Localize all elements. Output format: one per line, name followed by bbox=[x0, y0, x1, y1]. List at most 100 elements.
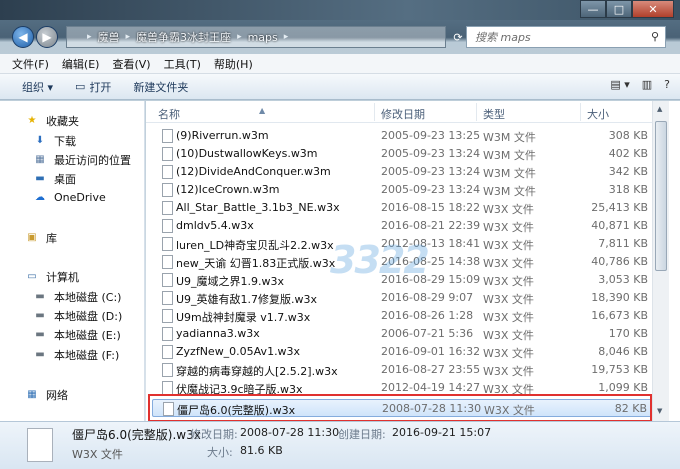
drive-icon: ▬ bbox=[35, 329, 45, 340]
file-row[interactable]: U9_英雄有敌1.7修复版.w3x 2016-08-29 9:07 W3X 文件 18… bbox=[152, 289, 662, 307]
breadcrumb-item[interactable]: 魔兽争霸3冰封王座 bbox=[136, 29, 231, 45]
file-row[interactable]: (12)IceCrown.w3m 2005-09-23 13:24 W3M 文件 31… bbox=[152, 181, 662, 199]
sidebar-item-drive-f[interactable]: ▬ 本地磁盘 (F:) bbox=[32, 347, 119, 363]
file-name: (12)IceCrown.w3m bbox=[176, 183, 280, 196]
search-icon[interactable]: ⚲ bbox=[651, 30, 659, 43]
vertical-scrollbar[interactable]: ▲ ▼ bbox=[652, 101, 669, 421]
chevron-right-icon[interactable]: ▸ bbox=[126, 32, 131, 42]
file-date: 2016-08-27 23:55 bbox=[381, 363, 481, 376]
file-type: W3X 文件 bbox=[483, 275, 534, 288]
file-size: 170 KB bbox=[608, 327, 648, 340]
new-folder-button[interactable]: 新建文件夹 bbox=[133, 79, 188, 95]
details-created-label: 创建日期: bbox=[338, 428, 386, 441]
file-row[interactable]: new_天谕 幻晋1.83正式版.w3x 2016-08-25 14:38 W3X … bbox=[152, 253, 662, 271]
file-name: U9_魔域之界1.9.w3x bbox=[176, 275, 285, 288]
sidebar-item-recent[interactable]: ▦ 最近访问的位置 bbox=[32, 152, 131, 168]
menu-tools[interactable]: 工具(T) bbox=[164, 56, 201, 72]
scroll-down-icon[interactable]: ▼ bbox=[657, 407, 662, 415]
minimize-button[interactable]: — bbox=[580, 0, 606, 18]
column-date[interactable]: 修改日期 bbox=[381, 106, 425, 122]
window-controls: — □ ✕ bbox=[580, 0, 674, 18]
command-bar: 组织 ▾ ▭ 打开 新建文件夹 ▤ ▾ ▥ ? bbox=[0, 74, 680, 100]
file-row[interactable]: yadianna3.w3x 2006-07-21 5:36 W3X 文件 170 KB bbox=[152, 325, 662, 343]
address-row: ◀ ▶ ▸ 魔兽 ▸ 魔兽争霸3冰封王座 ▸ maps ▸ ⟳ 搜索 maps … bbox=[0, 22, 680, 52]
sidebar-item-computer[interactable]: ▭ 计算机 bbox=[24, 269, 79, 285]
menu-view[interactable]: 查看(V) bbox=[112, 56, 150, 72]
forward-button[interactable]: ▶ bbox=[36, 26, 58, 48]
refresh-icon[interactable]: ⟳ bbox=[448, 26, 468, 48]
sidebar-item-drive-c[interactable]: ▬ 本地磁盘 (C:) bbox=[32, 289, 121, 305]
star-icon: ★ bbox=[27, 115, 37, 126]
file-icon bbox=[162, 309, 173, 323]
file-row[interactable]: (10)DustwallowKeys.w3m 2005-09-23 13:24 W3… bbox=[152, 145, 662, 163]
selection-highlight-box bbox=[148, 394, 652, 422]
file-type: W3X 文件 bbox=[483, 293, 534, 306]
sidebar-item-libraries[interactable]: ▣ 库 bbox=[24, 230, 57, 246]
help-icon[interactable]: ? bbox=[664, 78, 670, 91]
chevron-right-icon[interactable]: ▸ bbox=[237, 32, 242, 42]
sidebar-item-desktop[interactable]: ▬ 桌面 bbox=[32, 171, 76, 187]
search-input[interactable]: 搜索 maps ⚲ bbox=[466, 26, 666, 48]
menu-edit[interactable]: 编辑(E) bbox=[62, 56, 100, 72]
file-row[interactable]: (12)DivideAndConquer.w3m 2005-09-23 13:24… bbox=[152, 163, 662, 181]
network-icon: ▦ bbox=[27, 389, 37, 400]
library-icon: ▣ bbox=[27, 232, 37, 243]
menu-help[interactable]: 帮助(H) bbox=[214, 56, 253, 72]
open-button[interactable]: ▭ 打开 bbox=[75, 79, 111, 95]
sidebar-item-drive-d[interactable]: ▬ 本地磁盘 (D:) bbox=[32, 308, 122, 324]
column-size[interactable]: 大小 bbox=[587, 106, 609, 122]
column-type[interactable]: 类型 bbox=[483, 106, 505, 122]
menu-bar: 文件(F) 编辑(E) 查看(V) 工具(T) 帮助(H) bbox=[0, 54, 680, 74]
chevron-right-icon[interactable]: ▸ bbox=[284, 32, 289, 42]
column-divider[interactable] bbox=[374, 103, 375, 121]
file-row[interactable]: luren_LD神奇宝贝乱斗2.2.w3x 2012-08-13 18:41 W3X… bbox=[152, 235, 662, 253]
menu-file[interactable]: 文件(F) bbox=[12, 56, 49, 72]
file-name: (12)DivideAndConquer.w3m bbox=[176, 165, 331, 178]
file-name: ZyzfNew_0.05Av1.w3x bbox=[176, 345, 301, 358]
file-type: W3M 文件 bbox=[483, 185, 536, 198]
file-type: W3M 文件 bbox=[483, 167, 536, 180]
recent-places-icon: ▦ bbox=[35, 154, 45, 165]
breadcrumb-item[interactable]: 魔兽 bbox=[98, 29, 120, 45]
column-divider[interactable] bbox=[580, 103, 581, 121]
scroll-up-icon[interactable]: ▲ bbox=[657, 105, 662, 113]
file-row[interactable]: ZyzfNew_0.05Av1.w3x 2016-09-01 16:32 W3X 文… bbox=[152, 343, 662, 361]
file-type: W3M 文件 bbox=[483, 131, 536, 144]
file-name: U9_英雄有敌1.7修复版.w3x bbox=[176, 293, 318, 306]
close-button[interactable]: ✕ bbox=[632, 0, 674, 18]
open-icon: ▭ bbox=[75, 80, 86, 93]
sidebar-item-network[interactable]: ▦ 网络 bbox=[24, 387, 68, 403]
scrollbar-thumb[interactable] bbox=[655, 121, 667, 271]
details-created-value: 2016-09-21 15:07 bbox=[392, 426, 492, 439]
back-button[interactable]: ◀ bbox=[12, 26, 34, 48]
breadcrumb-item[interactable]: maps bbox=[248, 31, 278, 44]
view-options-icon[interactable]: ▤ ▾ bbox=[610, 78, 629, 91]
address-bar[interactable]: ▸ 魔兽 ▸ 魔兽争霸3冰封王座 ▸ maps ▸ bbox=[66, 26, 446, 48]
file-type: W3X 文件 bbox=[483, 365, 534, 378]
file-icon bbox=[162, 381, 173, 395]
sidebar-item-drive-e[interactable]: ▬ 本地磁盘 (E:) bbox=[32, 327, 120, 343]
sidebar-item-downloads[interactable]: ⬇ 下载 bbox=[32, 133, 76, 149]
file-icon bbox=[162, 345, 173, 359]
organize-button[interactable]: 组织 ▾ bbox=[22, 79, 53, 95]
maximize-button[interactable]: □ bbox=[606, 0, 632, 18]
drive-icon: ▬ bbox=[35, 310, 45, 321]
column-name[interactable]: 名称 bbox=[158, 106, 180, 122]
file-row[interactable]: (9)Riverrun.w3m 2005-09-23 13:25 W3M 文件 308… bbox=[152, 127, 662, 145]
sidebar-item-favorites[interactable]: ★ 收藏夹 bbox=[24, 113, 79, 129]
file-name: yadianna3.w3x bbox=[176, 327, 260, 340]
file-date: 2005-09-23 13:24 bbox=[381, 165, 481, 178]
open-label: 打开 bbox=[89, 80, 112, 94]
file-row[interactable]: 穿越的病毒穿越的人[2.5.2].w3x 2016-08-27 23:55 W3X … bbox=[152, 361, 662, 379]
computer-icon: ▭ bbox=[27, 271, 37, 282]
preview-pane-icon[interactable]: ▥ bbox=[642, 78, 652, 91]
file-date: 2012-08-13 18:41 bbox=[381, 237, 481, 250]
file-icon bbox=[162, 147, 173, 161]
sidebar-item-onedrive[interactable]: ☁ OneDrive bbox=[32, 191, 106, 204]
file-row[interactable]: U9m战神封魔录 v1.7.w3x 2016-08-26 1:28 W3X 文件 16… bbox=[152, 307, 662, 325]
file-row[interactable]: All_Star_Battle_3.1b3_NE.w3x 2016-08-15 1… bbox=[152, 199, 662, 217]
column-divider[interactable] bbox=[476, 103, 477, 121]
file-row[interactable]: U9_魔域之界1.9.w3x 2016-08-29 15:09 W3X 文件 3,05… bbox=[152, 271, 662, 289]
file-row[interactable]: dmldv5.4.w3x 2016-08-21 22:39 W3X 文件 40,871… bbox=[152, 217, 662, 235]
sidebar-label: 桌面 bbox=[54, 173, 76, 186]
